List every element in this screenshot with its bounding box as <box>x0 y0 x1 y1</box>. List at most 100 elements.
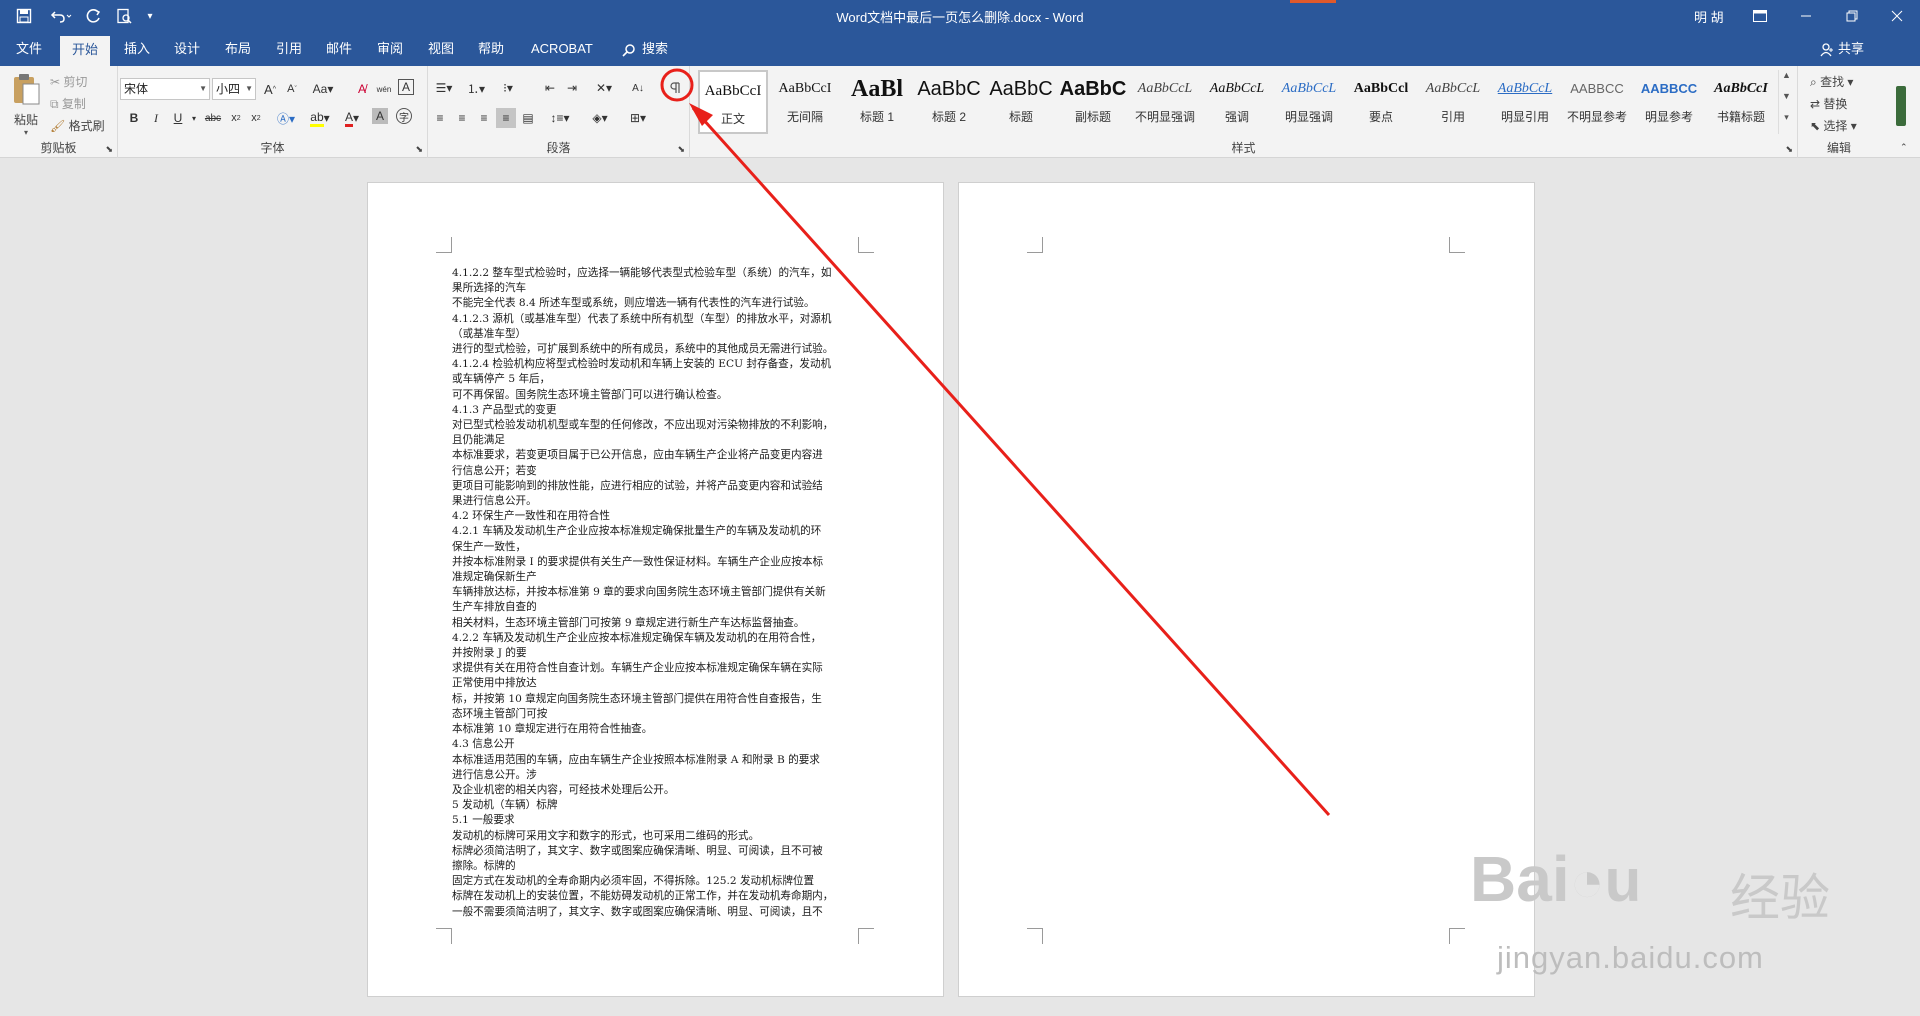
style-8[interactable]: AaBbCcL 强调 <box>1202 70 1272 134</box>
style-6[interactable]: AaBbC 副标题 <box>1058 70 1128 134</box>
subscript-icon[interactable]: x2 <box>226 108 246 128</box>
styles-more-icon[interactable]: ▾ <box>1779 112 1794 133</box>
sort-icon[interactable]: A↓ <box>628 78 648 98</box>
grow-font-icon[interactable]: A ^ <box>260 79 280 99</box>
cut-button[interactable]: ✂ 剪切 <box>50 73 87 90</box>
tab-design[interactable]: 设计 <box>162 32 212 66</box>
clipboard-dialog-launcher-icon[interactable]: ⬊ <box>105 144 113 155</box>
decrease-indent-icon[interactable]: ⇤ <box>540 78 560 98</box>
print-preview-icon[interactable] <box>112 4 136 28</box>
phonetic-guide-icon[interactable]: wén <box>374 79 394 99</box>
align-right-icon[interactable]: ≡ <box>474 108 494 128</box>
font-size-combo[interactable]: 小四 ▼ <box>212 78 256 100</box>
justify-icon[interactable]: ≡ <box>496 108 516 128</box>
style-1[interactable]: AaBbCcI 正文 <box>698 70 768 134</box>
select-button[interactable]: ⬉ 选择 ▾ <box>1810 117 1857 134</box>
align-left-icon[interactable]: ≡ <box>430 108 450 128</box>
restore-icon[interactable] <box>1829 0 1875 32</box>
style-11[interactable]: AaBbCcL 引用 <box>1418 70 1488 134</box>
style-5[interactable]: AaBbC 标题 <box>986 70 1056 134</box>
ribbon-display-options-icon[interactable] <box>1737 0 1783 32</box>
multilevel-list-icon[interactable]: ⁝▾ <box>494 78 522 98</box>
tab-layout[interactable]: 布局 <box>213 32 263 66</box>
style-15[interactable]: AaBbCcI 书籍标题 <box>1706 70 1776 134</box>
tab-references[interactable]: 引用 <box>264 32 314 66</box>
style-2[interactable]: AaBbCcI 无间隔 <box>770 70 840 134</box>
bullets-icon[interactable]: ☰▾ <box>430 78 458 98</box>
clear-formatting-icon[interactable]: A̸ <box>352 79 372 99</box>
style-name: 不明显强调 <box>1134 110 1195 124</box>
style-9[interactable]: AaBbCcL 明显强调 <box>1274 70 1344 134</box>
style-12[interactable]: AaBbCcL 明显引用 <box>1490 70 1560 134</box>
document-body[interactable]: 4.1.2.2 整车型式检验时，应选择一辆能够代表型式检验车型（系统）的汽车，如… <box>452 266 864 920</box>
tell-me-search[interactable]: 搜索 <box>612 32 680 66</box>
tab-view[interactable]: 视图 <box>416 32 466 66</box>
tab-acrobat[interactable]: ACROBAT <box>519 32 605 66</box>
font-name-combo[interactable]: 宋体 ▼ <box>120 78 210 100</box>
distributed-icon[interactable]: ▤ <box>518 108 538 128</box>
paragraph-group: ☰▾ ⒈▾ ⁝▾ ⇤ ⇥ ✕▾ A↓ ≡ ≡ ≡ ≡ ▤ ↕≡▾ ◈▾ ⊞▾ 段… <box>428 66 690 158</box>
shading-icon[interactable]: ◈▾ <box>586 108 614 128</box>
tab-file[interactable]: 文件 <box>4 32 54 66</box>
tab-home[interactable]: 开始 <box>60 36 111 66</box>
borders-icon[interactable]: ⊞▾ <box>624 108 652 128</box>
line-spacing-icon[interactable]: ↕≡▾ <box>546 108 574 128</box>
font-dialog-launcher-icon[interactable]: ⬊ <box>415 144 423 155</box>
page-2-blank[interactable] <box>958 182 1535 997</box>
share-button[interactable]: 共享 <box>1812 32 1876 66</box>
style-3[interactable]: AaBl 标题 1 <box>842 70 912 134</box>
format-painter-button[interactable]: 🖌 格式刷 <box>50 117 105 134</box>
underline-dropdown-icon[interactable]: ▾ <box>184 108 204 128</box>
scroll-up-icon[interactable]: ▲ <box>1779 70 1794 91</box>
change-case-icon[interactable]: Aa▾ <box>310 79 336 99</box>
find-button[interactable]: ⌕ 查找 ▾ <box>1810 73 1853 90</box>
character-shading-icon[interactable]: A <box>372 108 388 124</box>
italic-icon[interactable]: I <box>146 108 166 128</box>
close-icon[interactable] <box>1874 0 1920 32</box>
style-10[interactable]: AaBbCcl 要点 <box>1346 70 1416 134</box>
style-14[interactable]: AABBCC 明显参考 <box>1634 70 1704 134</box>
style-13[interactable]: AABBCC 不明显参考 <box>1562 70 1632 134</box>
paragraph-dialog-launcher-icon[interactable]: ⬊ <box>677 144 685 155</box>
highlight-color-icon[interactable]: ab ▾ <box>308 108 332 128</box>
tab-review[interactable]: 审阅 <box>365 32 415 66</box>
page-1[interactable]: 4.1.2.2 整车型式检验时，应选择一辆能够代表型式检验车型（系统）的汽车，如… <box>367 182 944 997</box>
font-color-icon[interactable]: A ▾ <box>340 108 364 128</box>
bold-icon[interactable]: B <box>124 108 144 128</box>
scroll-down-icon[interactable]: ▼ <box>1779 91 1794 112</box>
align-center-icon[interactable]: ≡ <box>452 108 472 128</box>
tab-insert[interactable]: 插入 <box>112 32 162 66</box>
title-accent-mark <box>1290 0 1336 3</box>
strikethrough-icon[interactable]: abc <box>202 108 224 128</box>
tab-help[interactable]: 帮助 <box>466 32 516 66</box>
user-name[interactable]: 明 胡 <box>1694 7 1724 26</box>
increase-indent-icon[interactable]: ⇥ <box>562 78 582 98</box>
paste-dropdown-icon[interactable]: ▾ <box>8 128 44 137</box>
styles-dialog-launcher-icon[interactable]: ⬊ <box>1785 144 1793 155</box>
shrink-font-icon[interactable]: Aˇ <box>282 79 302 99</box>
font-group: 宋体 ▼ 小四 ▼ A ^ Aˇ Aa▾ A̸ wén A B I U ▾ abc x… <box>118 66 428 158</box>
styles-scroll[interactable]: ▲ ▼ ▾ <box>1778 70 1794 134</box>
numbering-icon[interactable]: ⒈▾ <box>462 78 490 98</box>
replace-button[interactable]: ⇄ 替换 <box>1810 95 1847 112</box>
text-effects-icon[interactable]: Ⓐ▾ <box>276 108 296 128</box>
copy-button[interactable]: ⧉ 复制 <box>50 95 86 112</box>
undo-icon[interactable] <box>46 4 76 28</box>
style-name: 强调 <box>1224 110 1249 124</box>
find-icon: ⌕ <box>1810 75 1817 89</box>
paste-button[interactable]: 粘贴 ▾ <box>8 72 44 137</box>
show-hide-formatting-icon[interactable] <box>664 78 684 98</box>
style-7[interactable]: AaBbCcL 不明显强调 <box>1130 70 1200 134</box>
enclose-characters-icon[interactable]: 字 <box>396 108 412 124</box>
tab-mailings[interactable]: 邮件 <box>314 32 364 66</box>
chinese-layout-icon[interactable]: ✕▾ <box>590 78 618 98</box>
customize-qat-icon[interactable]: ▾ <box>142 4 158 28</box>
redo-icon[interactable] <box>82 4 106 28</box>
style-4[interactable]: AaBbC 标题 2 <box>914 70 984 134</box>
collapse-ribbon-icon[interactable]: ⌃ <box>1900 142 1908 153</box>
minimize-icon[interactable] <box>1783 0 1829 32</box>
character-border-icon[interactable]: A <box>398 79 414 95</box>
superscript-icon[interactable]: x2 <box>246 108 266 128</box>
style-name: 明显参考 <box>1644 110 1693 124</box>
save-icon[interactable] <box>12 4 36 28</box>
